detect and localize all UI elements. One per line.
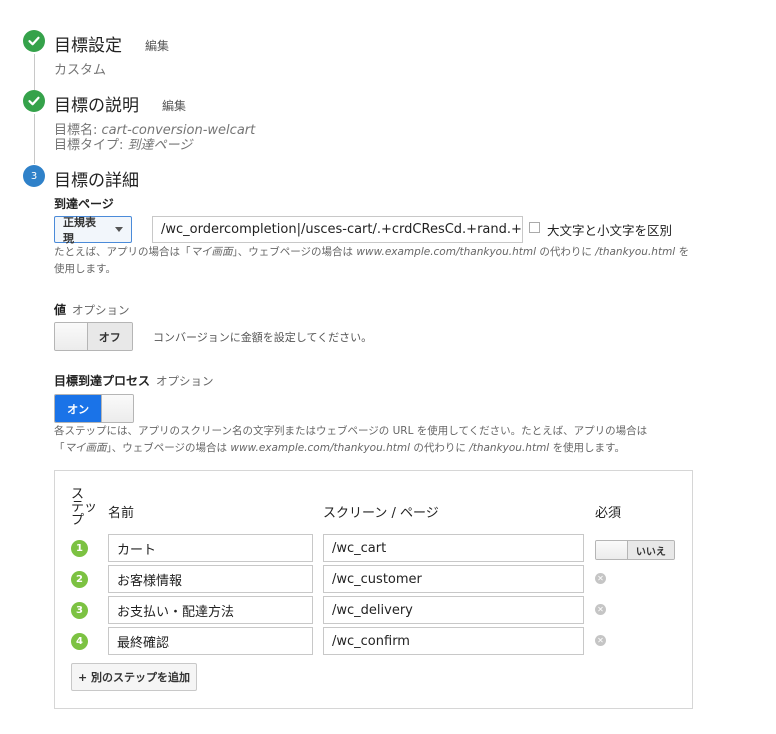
match-type-value: 正規表現 (63, 215, 96, 245)
goal-setup-edit-link[interactable]: 編集 (145, 37, 169, 54)
step-number-badge: 1 (71, 540, 88, 557)
funnel-toggle[interactable]: オン (54, 394, 134, 423)
add-step-button[interactable]: + 別のステップを追加 (71, 663, 197, 691)
toggle-knob (55, 323, 87, 350)
destination-label: 到達ページ (54, 197, 114, 211)
toggle-knob (101, 395, 133, 422)
step-name-input[interactable]: 最終確認 (108, 627, 313, 655)
destination-help-text-2: 使用します。 (54, 263, 116, 275)
step-path-input[interactable]: /wc_confirm (323, 627, 584, 655)
step-name-input[interactable]: カート (108, 534, 313, 562)
match-type-dropdown[interactable]: 正規表現 (54, 215, 132, 245)
column-header-required: 必須 (595, 506, 622, 521)
required-toggle-label: いいえ (626, 541, 674, 559)
value-toggle-label: オフ (86, 323, 132, 350)
step-number-badge: 2 (71, 571, 88, 588)
remove-step-icon[interactable]: ✕ (595, 635, 606, 646)
goal-description-edit-link[interactable]: 編集 (162, 97, 186, 114)
column-header-name: 名前 (108, 506, 135, 521)
step-path-input[interactable]: /wc_cart (323, 534, 584, 562)
value-toggle[interactable]: オフ (54, 322, 133, 351)
column-header-screen-page: スクリーン / ページ (323, 506, 439, 521)
toggle-knob (596, 541, 627, 559)
goal-details-title: 目標の詳細 (54, 171, 139, 191)
step-number-badge: 4 (71, 633, 88, 650)
goal-setup-complete-icon (23, 30, 45, 52)
chevron-down-icon (115, 227, 123, 232)
step-path-input[interactable]: /wc_customer (323, 565, 584, 593)
destination-url-input[interactable]: /wc_ordercompletion|/usces-cart/.+crdCRe… (152, 216, 523, 243)
goal-description-title: 目標の説明 (54, 96, 139, 116)
funnel-help-text: 各ステップには、アプリのスクリーン名の文字列またはウェブページの URL を使用… (54, 425, 648, 437)
step-name-input[interactable]: お支払い・配達方法 (108, 596, 313, 624)
funnel-label: 目標到達プロセス オプション (54, 374, 214, 388)
goal-setup-title: 目標設定 (54, 36, 122, 56)
destination-help-text: たとえば、アプリの場合は「マイ画面」、ウェブページの場合は www.exampl… (54, 246, 690, 258)
goal-description-complete-icon (23, 90, 45, 112)
remove-step-icon[interactable]: ✕ (595, 604, 606, 615)
case-sensitive-checkbox[interactable] (529, 222, 540, 233)
remove-step-icon[interactable]: ✕ (595, 573, 606, 584)
step-name-input[interactable]: お客様情報 (108, 565, 313, 593)
funnel-help-text-2: 「マイ画面」、ウェブページの場合は www.example.com/thanky… (54, 442, 626, 454)
goal-details-step-number: 3 (23, 165, 45, 187)
funnel-toggle-label: オン (55, 395, 102, 422)
required-toggle[interactable]: いいえ (595, 540, 675, 560)
step-connector (34, 114, 35, 164)
value-hint: コンバージョンに金額を設定してください。 (153, 331, 373, 344)
step-path-input[interactable]: /wc_delivery (323, 596, 584, 624)
goal-setup-summary: カスタム (54, 63, 107, 78)
step-number-badge: 3 (71, 602, 88, 619)
column-header-step: ス テッ プ (71, 487, 98, 528)
case-sensitive-label: 大文字と小文字を区別 (547, 223, 673, 238)
goal-type-summary: 目標タイプ: 到達ページ (54, 138, 193, 153)
value-label: 値オプション (54, 303, 130, 317)
step-connector (34, 54, 35, 90)
